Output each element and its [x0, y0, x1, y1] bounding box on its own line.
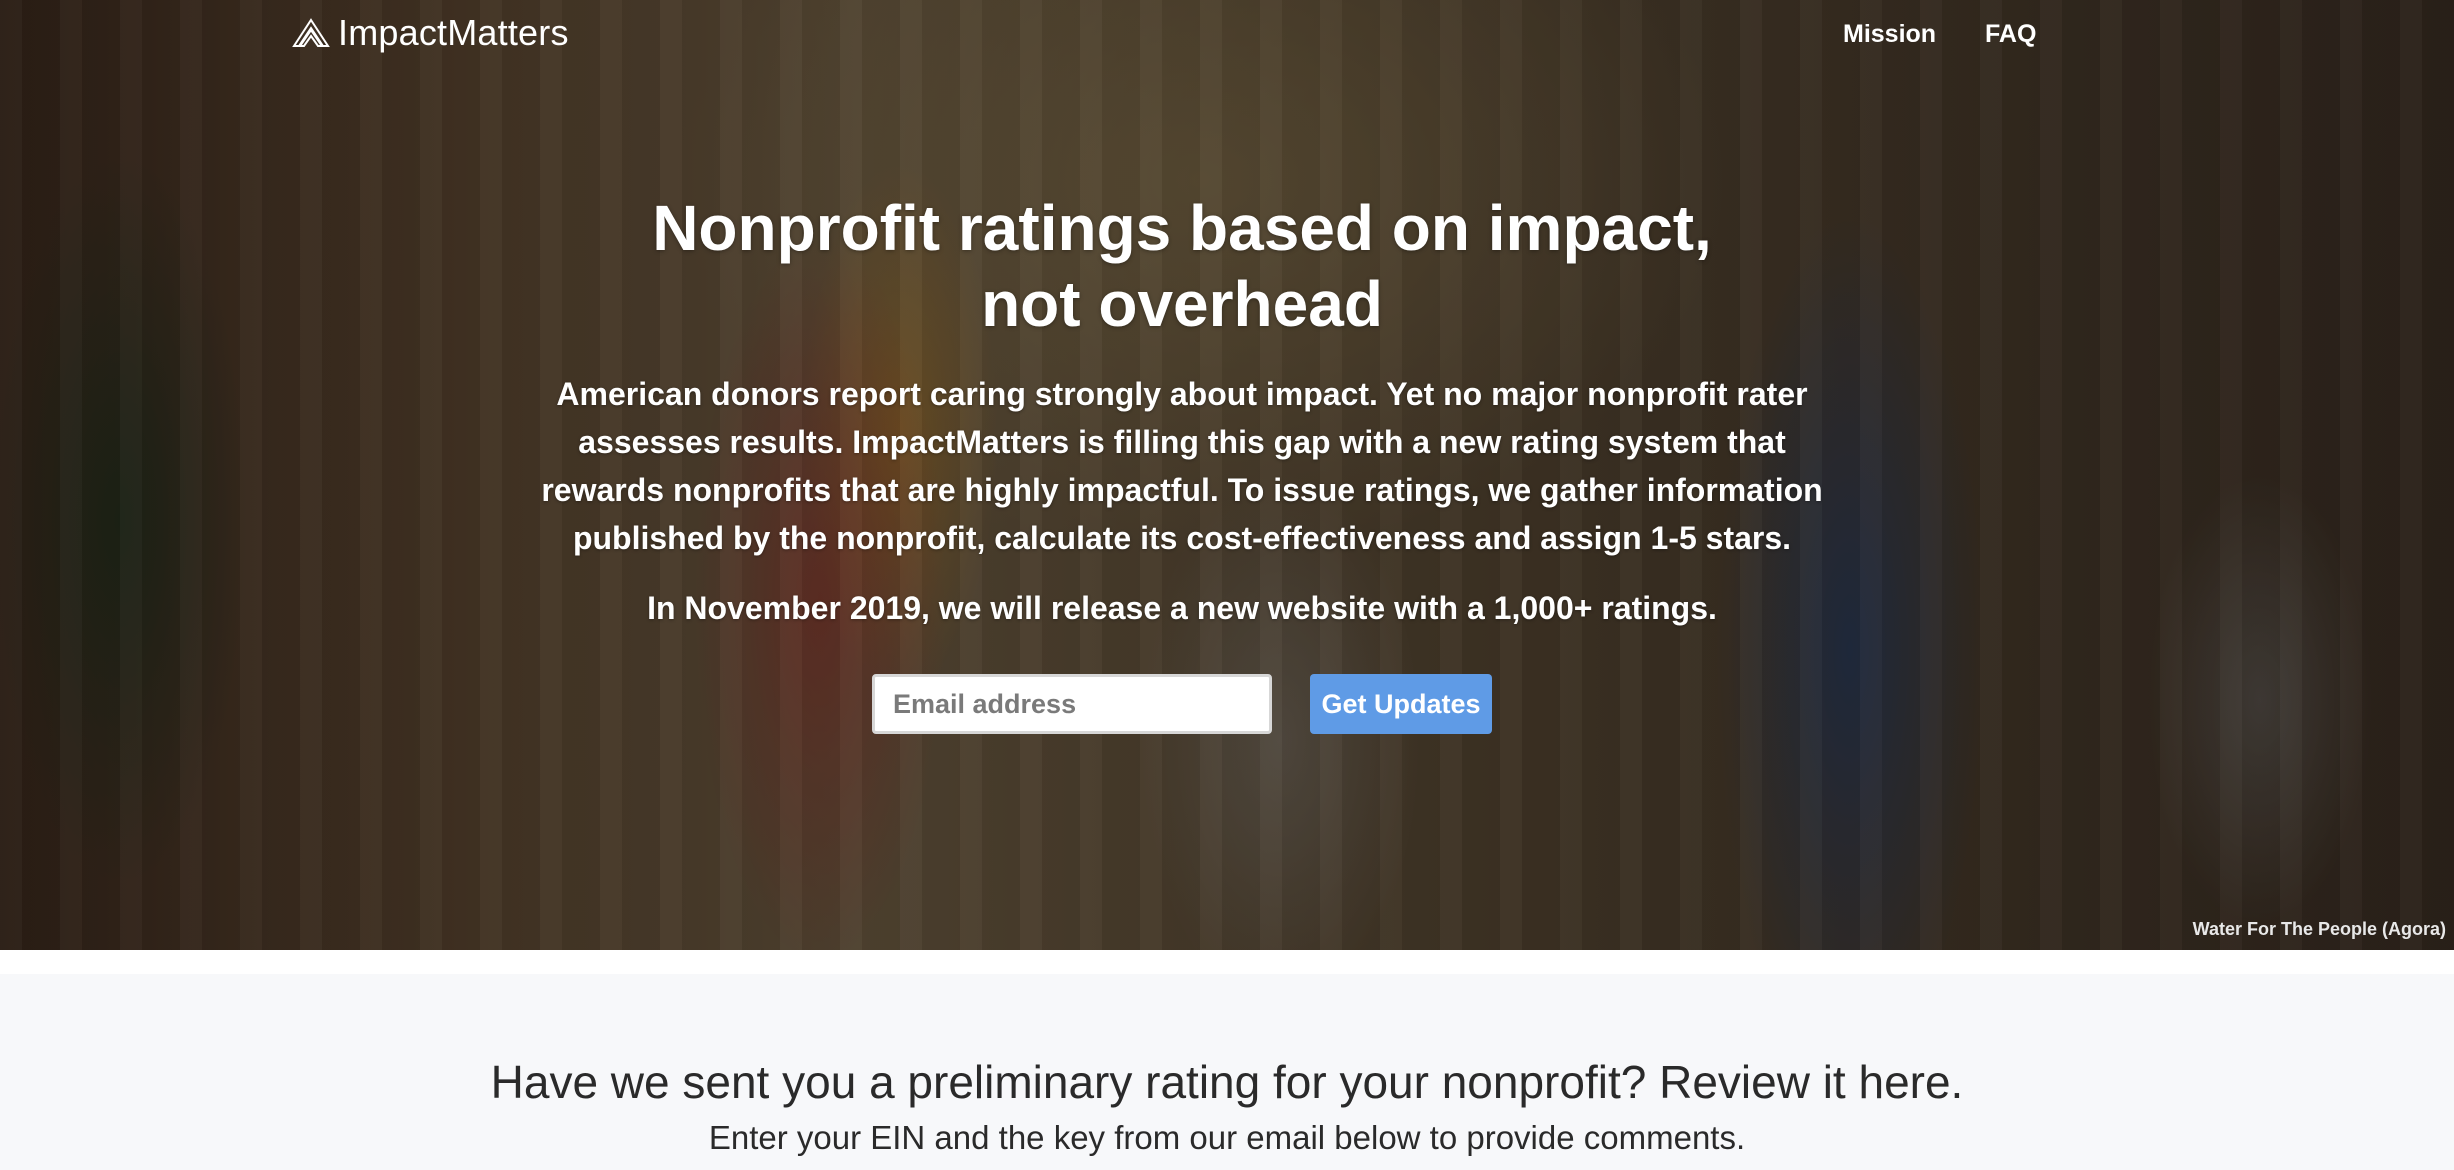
hero-announcement: In November 2019, we will release a new … [647, 590, 1717, 626]
review-panel: Have we sent you a preliminary rating fo… [0, 974, 2454, 1170]
review-heading: Have we sent you a preliminary rating fo… [490, 1056, 1964, 1108]
email-input[interactable] [872, 674, 1272, 734]
hero-description: American donors report caring strongly a… [541, 376, 1823, 556]
nav-link-faq[interactable]: FAQ [1985, 20, 2036, 49]
get-updates-button[interactable]: Get Updates [1310, 674, 1492, 734]
hero-section: ImpactMatters Mission FAQ Nonprofit rati… [0, 0, 2454, 950]
nav-link-mission[interactable]: Mission [1843, 20, 1936, 49]
hero-title-line-2: not overhead [981, 268, 1383, 340]
brand-name: ImpactMatters [338, 12, 569, 53]
hero-content: Nonprofit ratings based on impact, not o… [527, 190, 1837, 632]
photo-credit: Water For The People (Agora) [2192, 919, 2446, 939]
top-navbar: ImpactMatters Mission FAQ [0, 0, 2454, 70]
review-subheading: Enter your EIN and the key from our emai… [708, 1119, 1746, 1156]
email-signup-form: Get Updates [872, 674, 1492, 736]
hero-title-line-1: Nonprofit ratings based on impact, [652, 192, 1712, 264]
brand-logo-link[interactable]: ImpactMatters [292, 12, 569, 54]
review-section: Have we sent you a preliminary rating fo… [0, 950, 2454, 1170]
brand-logo-icon [292, 18, 330, 47]
hero-title: Nonprofit ratings based on impact, not o… [632, 190, 1732, 342]
